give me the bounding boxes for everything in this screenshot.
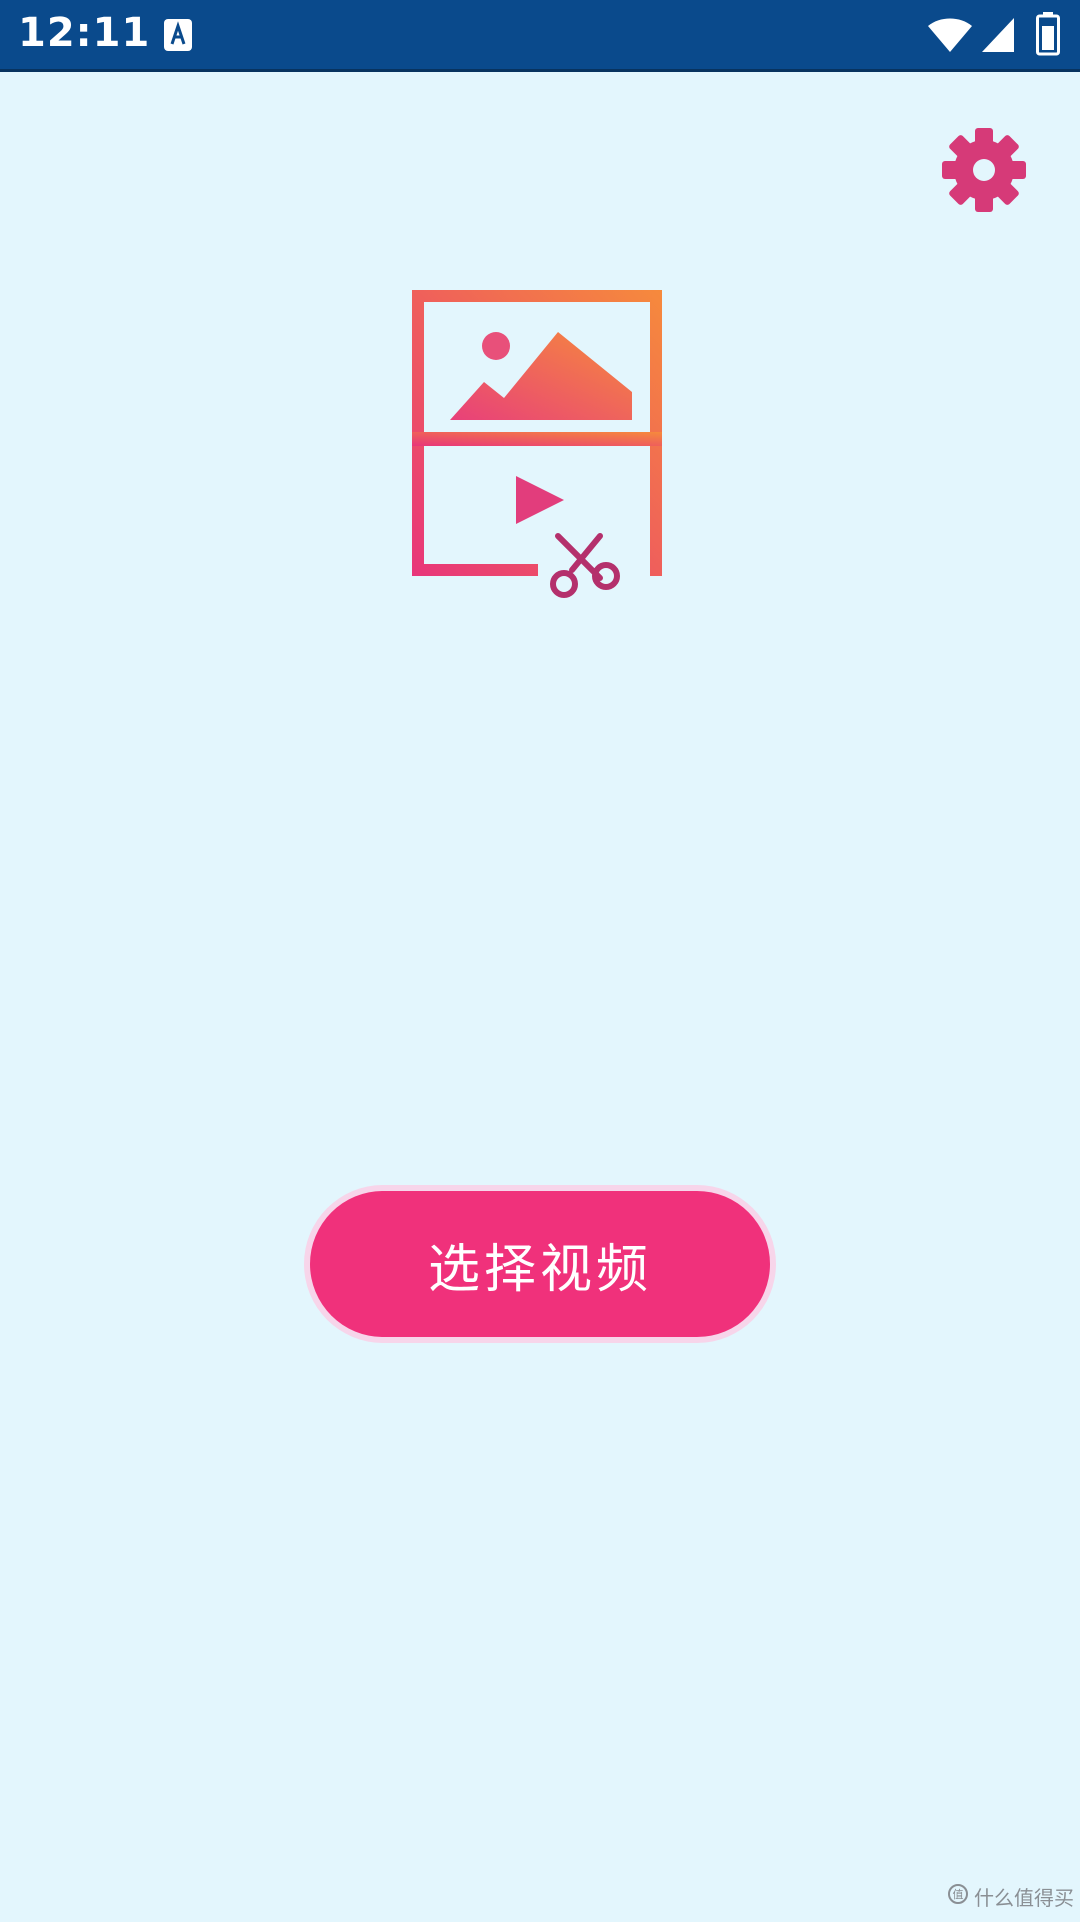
status-bar: 12:11 [0, 0, 1080, 72]
settings-button[interactable] [938, 124, 1030, 216]
image-video-cut-icon [412, 290, 662, 598]
watermark-text: 什么值得买 [974, 1886, 1074, 1910]
battery-icon [1036, 12, 1060, 56]
watermark-logo-icon: 值 [948, 1884, 968, 1904]
select-video-label: 选择视频 [427, 1239, 652, 1300]
wifi-icon [928, 18, 972, 52]
a-letter-icon [164, 19, 192, 51]
svg-text:值: 值 [953, 1888, 964, 1901]
gear-icon [942, 128, 1026, 212]
app-logo [412, 290, 662, 598]
cell-signal-icon [982, 18, 1014, 52]
screen: 12:11 选择视频 值 什么值得买 [0, 0, 1080, 1922]
select-video-button[interactable]: 选择视频 [310, 1191, 770, 1337]
status-time: 12:11 [18, 10, 151, 56]
